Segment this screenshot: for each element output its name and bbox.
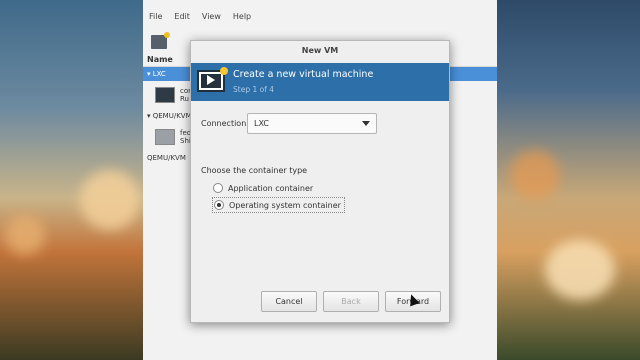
connection-label: Connection:	[201, 119, 249, 128]
connection-value: LXC	[254, 119, 269, 128]
monitor-icon	[155, 129, 175, 145]
radio-button[interactable]	[213, 183, 223, 193]
bokeh-light	[5, 215, 45, 255]
menu-view[interactable]: View	[202, 12, 221, 21]
back-button[interactable]: Back	[323, 291, 379, 312]
bokeh-light	[545, 240, 615, 300]
menu-file[interactable]: File	[149, 12, 162, 21]
radio-application-container[interactable]: Application container	[213, 181, 316, 195]
monitor-icon	[155, 87, 175, 103]
menu-help[interactable]: Help	[233, 12, 251, 21]
new-vm-icon[interactable]	[151, 32, 170, 49]
group-label: LXC	[152, 70, 166, 78]
bokeh-light	[510, 150, 560, 200]
banner-title: Create a new virtual machine	[233, 69, 374, 80]
container-type-label: Choose the container type	[201, 166, 308, 175]
dialog-banner: Create a new virtual machine Step 1 of 4	[191, 63, 449, 101]
chevron-down-icon	[362, 121, 370, 126]
new-vm-dialog: New VM Create a new virtual machine Step…	[190, 40, 450, 323]
group-label: QEMU/KVM	[147, 154, 186, 162]
radio-os-container[interactable]: Operating system container	[212, 197, 345, 213]
radio-label: Application container	[228, 183, 314, 193]
bokeh-light	[80, 170, 140, 230]
group-label: QEMU/KVM	[152, 112, 192, 120]
banner-step: Step 1 of 4	[233, 85, 275, 94]
menu-edit[interactable]: Edit	[174, 12, 190, 21]
new-vm-icon	[197, 67, 228, 92]
cancel-button[interactable]: Cancel	[261, 291, 317, 312]
menu-bar: File Edit View Help	[143, 0, 497, 32]
radio-button[interactable]	[214, 200, 224, 210]
connection-select[interactable]: LXC	[247, 113, 377, 134]
radio-label: Operating system container	[229, 200, 341, 210]
dialog-title: New VM	[301, 46, 339, 55]
